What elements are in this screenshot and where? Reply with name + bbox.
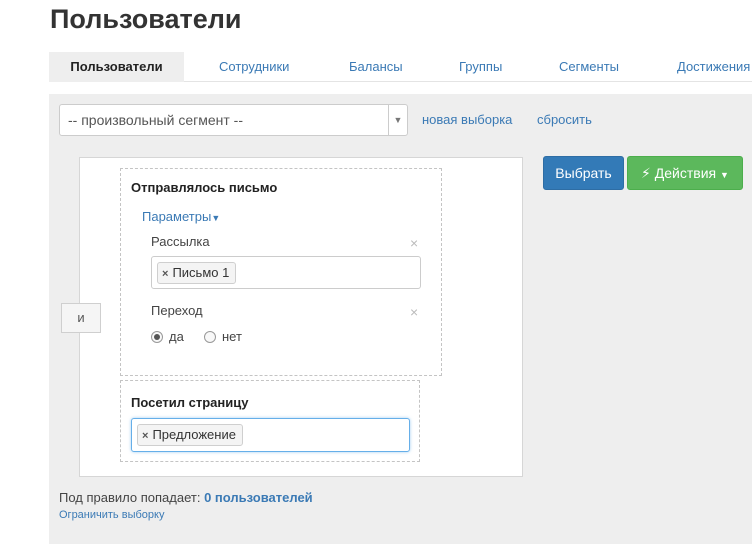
filter-panel: -- произвольный сегмент -- ▼ новая выбор… [49, 94, 752, 544]
caret-down-icon: ▼ [720, 170, 729, 180]
rule-container: и Отправлялось письмо Параметры▼ Рассылк… [61, 157, 523, 477]
tag-remove-icon[interactable]: × [142, 430, 148, 442]
radio-no[interactable]: нет [204, 330, 242, 344]
remove-click-icon[interactable]: × [410, 305, 418, 319]
actions-button-label: Действия [654, 165, 717, 181]
user-count-link[interactable]: 0 пользователей [204, 490, 313, 505]
tab-groups[interactable]: Группы [459, 52, 502, 82]
tab-users[interactable]: Пользователи [49, 52, 184, 82]
select-button[interactable]: Выбрать [543, 156, 624, 190]
condition-sent-email: Отправлялось письмо Параметры▼ Рассылка … [120, 168, 442, 376]
params-toggle-label: Параметры [142, 209, 212, 224]
click-label: Переход [151, 303, 203, 318]
caret-down-icon: ▼ [211, 213, 221, 223]
radio-no-label: нет [222, 329, 242, 344]
page-tag: × Предложение [137, 424, 243, 446]
new-selection-link[interactable]: новая выборка [422, 112, 512, 127]
segment-select-value: -- произвольный сегмент -- [68, 112, 243, 128]
actions-button[interactable]: ⚡ Действия ▼ [627, 156, 743, 190]
mailing-tag: × Письмо 1 [157, 262, 237, 284]
summary-text: Под правило попадает: 0 пользователей [59, 490, 313, 505]
page-title: Пользователи [50, 4, 242, 34]
tab-balances[interactable]: Балансы [349, 52, 403, 82]
mailing-label: Рассылка [151, 234, 210, 249]
radio-no-dot [204, 331, 216, 343]
radio-yes[interactable]: да [151, 330, 184, 344]
radio-yes-dot [151, 331, 163, 343]
and-operator-button[interactable]: и [61, 303, 101, 333]
condition-visited-page: Посетил страницу × Предложение [120, 380, 420, 462]
summary-prefix: Под правило попадает: [59, 490, 201, 505]
mailing-tag-label: Письмо 1 [172, 265, 230, 280]
tab-achievements[interactable]: Достижения [677, 52, 750, 82]
segment-select[interactable]: -- произвольный сегмент -- ▼ [59, 104, 408, 136]
radio-yes-label: да [169, 329, 184, 344]
page-tag-input[interactable]: × Предложение [131, 418, 410, 452]
page-tag-label: Предложение [152, 427, 236, 442]
reset-link[interactable]: сбросить [537, 112, 592, 127]
tab-bar: Пользователи Сотрудники Балансы Группы С… [49, 52, 752, 82]
condition-title: Отправлялось письмо [131, 180, 278, 195]
tab-employees[interactable]: Сотрудники [219, 52, 289, 82]
bolt-icon: ⚡ [641, 165, 651, 181]
condition-title: Посетил страницу [131, 395, 249, 410]
limit-selection-link[interactable]: Ограничить выборку [59, 509, 164, 521]
tag-remove-icon[interactable]: × [162, 268, 168, 280]
remove-mailing-icon[interactable]: × [410, 236, 418, 250]
params-toggle[interactable]: Параметры▼ [142, 209, 220, 224]
tab-segments[interactable]: Сегменты [559, 52, 619, 82]
mailing-tag-input[interactable]: × Письмо 1 [151, 256, 421, 289]
chevron-down-icon: ▼ [388, 105, 407, 135]
